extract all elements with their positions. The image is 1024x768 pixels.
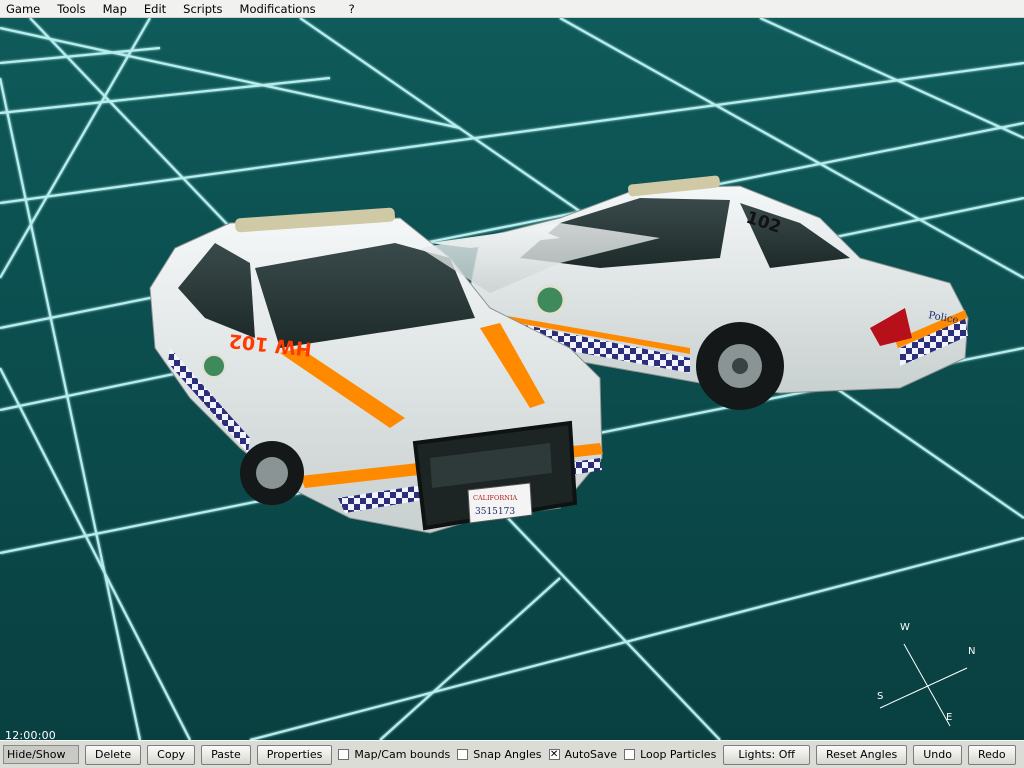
compass-west: W: [900, 622, 910, 633]
autosave-checkbox[interactable]: ✕ AutoSave: [548, 748, 618, 761]
paste-button[interactable]: Paste: [201, 744, 251, 765]
checkbox-label: AutoSave: [564, 748, 618, 761]
menu-tools[interactable]: Tools: [51, 0, 96, 18]
menu-map[interactable]: Map: [97, 0, 138, 18]
compass-north: N: [968, 646, 976, 657]
check-mark-icon: ✕: [548, 749, 560, 760]
compass-icon: [879, 643, 968, 727]
checkbox-box: [457, 749, 469, 760]
menu-modifications[interactable]: Modifications: [234, 0, 327, 18]
plate-state: CALIFORNIA: [473, 494, 518, 502]
menu-game[interactable]: Game: [0, 0, 51, 18]
reset-angles-button[interactable]: Reset Angles: [815, 744, 908, 765]
compass-east: E: [946, 712, 953, 723]
hide-show-field[interactable]: Hide/Show: [3, 745, 79, 764]
menu-scripts[interactable]: Scripts: [177, 0, 233, 18]
bottom-toolbar: Hide/Show Delete Copy Paste Properties M…: [0, 740, 1024, 768]
scene-viewport[interactable]: 102 Police CALIFORNIA 3515173 HW 102 W N…: [0, 18, 1024, 740]
undo-button[interactable]: Undo: [913, 744, 962, 765]
loop-particles-checkbox[interactable]: Loop Particles: [624, 748, 716, 761]
lights-toggle-button[interactable]: Lights: Off: [723, 744, 810, 765]
police-car-front[interactable]: CALIFORNIA 3515173 HW 102: [149, 207, 660, 534]
checkbox-box: [338, 749, 350, 760]
delete-button[interactable]: Delete: [85, 744, 142, 765]
plate-number: 3515173: [475, 507, 515, 517]
properties-button[interactable]: Properties: [256, 744, 333, 765]
checkbox-label: Loop Particles: [640, 748, 717, 761]
snap-angles-checkbox[interactable]: Snap Angles: [457, 748, 542, 761]
map-cam-bounds-checkbox[interactable]: Map/Cam bounds: [338, 748, 450, 761]
compass-south: S: [877, 691, 884, 702]
menu-help[interactable]: ?: [327, 0, 366, 18]
menu-bar: Game Tools Map Edit Scripts Modification…: [0, 0, 1024, 18]
menu-edit[interactable]: Edit: [138, 0, 177, 18]
checkbox-label: Snap Angles: [473, 748, 542, 761]
checkbox-label: Map/Cam bounds: [354, 748, 451, 761]
checkbox-box: [624, 749, 636, 760]
scene-canvas: 102 Police CALIFORNIA 3515173 HW 102: [0, 18, 1024, 740]
copy-button[interactable]: Copy: [147, 744, 196, 765]
redo-button[interactable]: Redo: [967, 744, 1016, 765]
